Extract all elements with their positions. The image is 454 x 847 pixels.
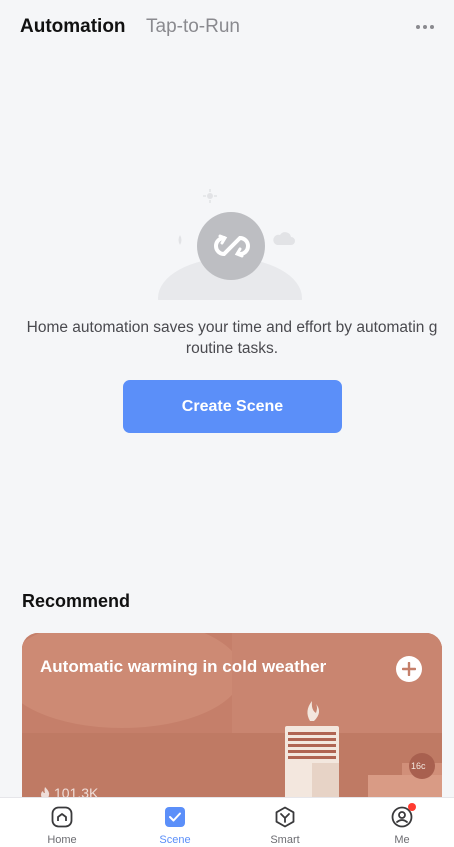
tabbar-label-smart: Smart: [270, 834, 300, 846]
checkbox-icon: [164, 806, 186, 828]
tabbar-label-scene: Scene: [159, 834, 191, 846]
cube-icon: [274, 806, 296, 828]
tab-automation[interactable]: Automation: [20, 16, 126, 38]
tabbar-label-me: Me: [394, 834, 410, 846]
top-bar: Automation Tap-to-Run: [0, 0, 454, 56]
notification-badge: [408, 803, 416, 811]
recommend-card-title: Automatic warming in cold weather: [40, 657, 327, 676]
recommend-heading: Recommend: [22, 591, 131, 611]
temperature-badge: 16c: [411, 761, 426, 771]
empty-state-message: Home automation saves your time and effo…: [26, 319, 438, 357]
tabbar-item-smart[interactable]: Smart: [245, 798, 325, 847]
home-icon: [51, 806, 73, 828]
tabbar-item-scene[interactable]: Scene: [135, 798, 215, 847]
tabbar-item-home[interactable]: Home: [22, 798, 102, 847]
bottom-tab-bar: Home Scene Smart Me: [0, 797, 454, 847]
plus-icon[interactable]: [396, 656, 422, 682]
recommend-card[interactable]: Automatic warming in cold weather 16c 10…: [22, 633, 442, 813]
tabbar-label-home: Home: [47, 834, 77, 846]
empty-state-illustration: [150, 180, 310, 338]
tabbar-item-me[interactable]: Me: [362, 798, 442, 847]
create-scene-button[interactable]: Create Scene: [123, 380, 342, 433]
more-icon[interactable]: [410, 16, 440, 38]
tab-tap-to-run[interactable]: Tap-to-Run: [146, 16, 240, 38]
user-icon: [391, 803, 416, 828]
